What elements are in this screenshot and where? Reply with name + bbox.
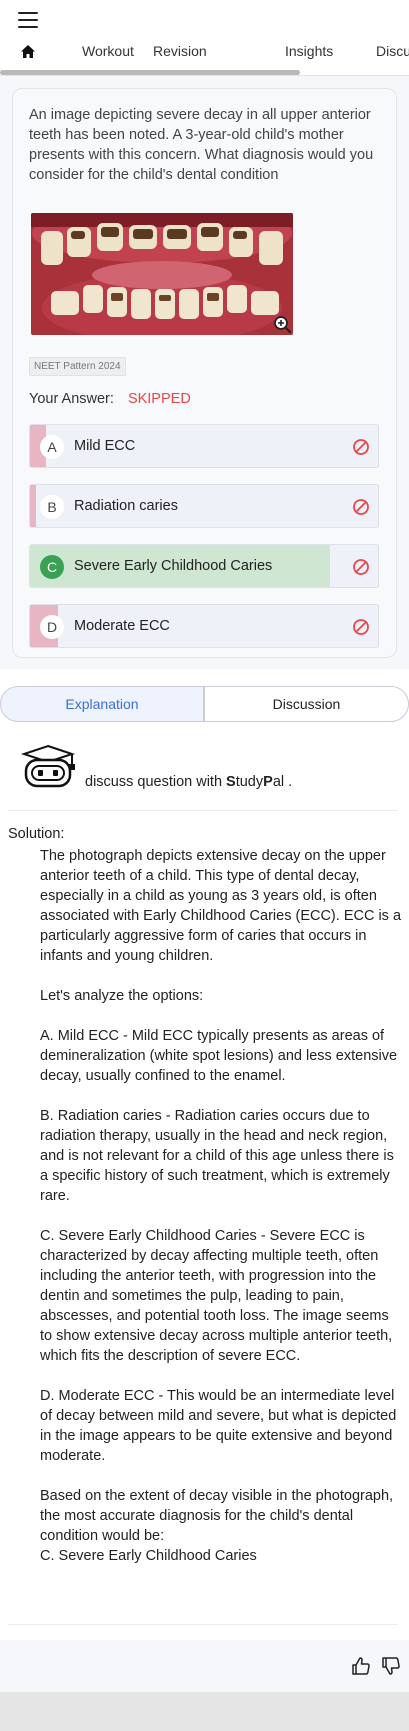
ban-icon [353, 619, 369, 635]
option-letter: A [40, 435, 64, 459]
solution-paragraph: Let's analyze the options: [40, 988, 204, 1004]
option-marker [30, 485, 36, 527]
solution-body: The photograph depicts extensive decay o… [40, 846, 402, 1566]
tab-discussion[interactable]: Discu [376, 43, 409, 59]
ban-icon [353, 439, 369, 455]
nav-tabs: Workout Revision Insights Discu [0, 36, 409, 68]
option-c[interactable]: C Severe Early Childhood Caries [29, 544, 379, 588]
option-b[interactable]: B Radiation caries [29, 484, 379, 528]
ban-icon [353, 499, 369, 515]
question-image[interactable] [31, 213, 293, 335]
option-label: Severe Early Childhood Caries [74, 558, 273, 574]
question-text: An image depicting severe decay in all u… [29, 107, 374, 183]
studypal-s: S [226, 774, 236, 790]
question-card: An image depicting severe decay in all u… [12, 88, 397, 658]
home-icon[interactable] [20, 44, 36, 60]
solution-paragraph: Based on the extent of decay visible in … [40, 1488, 394, 1544]
tab-discussion-panel[interactable]: Discussion [204, 686, 409, 722]
option-label: Moderate ECC [74, 618, 170, 634]
studypal-prefix: discuss question with [85, 774, 227, 790]
tab-workout[interactable]: Workout [82, 43, 134, 59]
solution-paragraph: D. Moderate ECC - This would be an inter… [40, 1388, 397, 1464]
question-area: An image depicting severe decay in all u… [0, 76, 409, 669]
option-label: Mild ECC [74, 438, 136, 454]
solution-paragraph: The photograph depicts extensive decay o… [40, 848, 402, 964]
thumbs-down-icon[interactable] [381, 1656, 401, 1676]
option-d[interactable]: D Moderate ECC [29, 604, 379, 648]
option-letter: B [40, 495, 64, 519]
divider [8, 1624, 398, 1625]
ban-icon [353, 559, 369, 575]
top-bar [0, 0, 409, 36]
studypal-row: discuss question with StudyPal . [20, 742, 409, 808]
tab-revision[interactable]: Revision [153, 43, 207, 59]
option-label: Radiation caries [74, 498, 178, 514]
solution-paragraph: C. Severe Early Childhood Caries - Sever… [40, 1228, 393, 1364]
solution-answer: C. Severe Early Childhood Caries [40, 1548, 257, 1564]
exam-tag: NEET Pattern 2024 [29, 357, 126, 376]
menu-icon[interactable] [18, 12, 38, 28]
option-letter: D [40, 615, 64, 639]
studypal-al: al . [272, 774, 293, 790]
tab-insights[interactable]: Insights [285, 43, 333, 59]
explanation-discussion-switch: Explanation Discussion [0, 686, 409, 722]
your-answer-value: SKIPPED [127, 391, 191, 407]
studypal-link[interactable]: discuss question with StudyPal . [85, 774, 292, 790]
studypal-tudy: tudy [235, 774, 264, 790]
your-answer-label: Your Answer: [29, 391, 114, 407]
option-letter: C [40, 555, 64, 579]
zoom-in-icon[interactable] [273, 315, 291, 333]
option-a[interactable]: A Mild ECC [29, 424, 379, 468]
robot-icon [20, 744, 76, 788]
dental-photo [31, 213, 293, 335]
bottom-strip [0, 1692, 409, 1731]
thumbs-up-icon[interactable] [351, 1656, 371, 1676]
studypal-p: P [263, 774, 273, 790]
tab-explanation[interactable]: Explanation [0, 686, 204, 722]
solution-label: Solution: [8, 826, 65, 842]
divider [8, 810, 398, 811]
feedback-footer [0, 1640, 409, 1692]
solution-paragraph: A. Mild ECC - Mild ECC typically present… [40, 1028, 398, 1084]
your-answer-row: Your Answer: SKIPPED [29, 391, 191, 407]
solution-paragraph: B. Radiation caries - Radiation caries o… [40, 1108, 394, 1204]
